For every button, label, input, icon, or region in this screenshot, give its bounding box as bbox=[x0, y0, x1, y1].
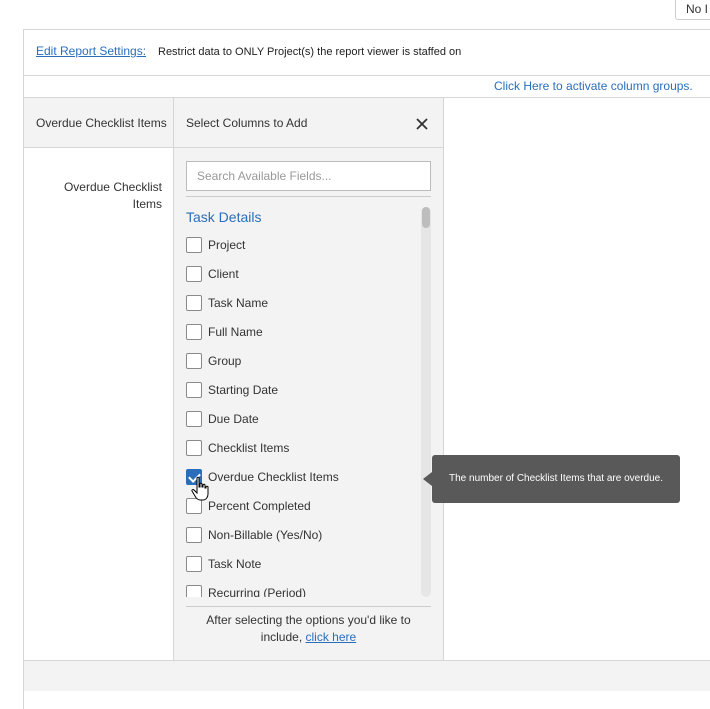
footer-divider bbox=[186, 606, 431, 607]
column-body bbox=[24, 148, 174, 660]
checkbox-icon[interactable] bbox=[186, 527, 202, 543]
activate-column-groups-link[interactable]: Click Here to activate column groups. bbox=[494, 79, 693, 93]
field-option-label: Project bbox=[208, 238, 246, 252]
field-option-task-note[interactable]: Task Note bbox=[186, 556, 416, 576]
checkbox-icon[interactable] bbox=[186, 556, 202, 572]
field-option-group[interactable]: Group bbox=[186, 353, 416, 373]
checkbox-icon[interactable] bbox=[186, 440, 202, 456]
field-option-client[interactable]: Client bbox=[186, 266, 416, 286]
field-option-label: Starting Date bbox=[208, 383, 279, 397]
checkbox-icon[interactable] bbox=[186, 324, 202, 340]
list-scrollbar[interactable] bbox=[421, 207, 431, 597]
field-option-label: Task Name bbox=[208, 296, 269, 310]
field-option-recurring-period[interactable]: Recurring (Period) bbox=[186, 585, 416, 597]
field-option-label: Due Date bbox=[208, 412, 259, 426]
section-title-task-details: Task Details bbox=[186, 209, 262, 225]
checkbox-icon[interactable] bbox=[186, 585, 202, 597]
checkbox-icon[interactable] bbox=[186, 266, 202, 282]
checkbox-icon[interactable] bbox=[186, 353, 202, 369]
restriction-text: Restrict data to ONLY Project(s) the rep… bbox=[158, 46, 462, 58]
edit-report-settings-link[interactable]: Edit Report Settings: bbox=[36, 44, 146, 58]
column-header-overdue-checklist-items[interactable]: Overdue Checklist Items bbox=[24, 98, 174, 148]
field-option-label: Group bbox=[208, 354, 242, 368]
checkbox-icon[interactable] bbox=[186, 382, 202, 398]
search-fields-input[interactable] bbox=[186, 161, 431, 191]
search-divider bbox=[186, 196, 431, 197]
field-option-task-name[interactable]: Task Name bbox=[186, 295, 416, 315]
field-option-label: Recurring (Period) bbox=[208, 586, 307, 597]
field-option-label: Full Name bbox=[208, 325, 263, 339]
field-option-full-name[interactable]: Full Name bbox=[186, 324, 416, 344]
field-option-project[interactable]: Project bbox=[186, 237, 416, 257]
field-option-checklist-items[interactable]: Checklist Items bbox=[186, 440, 416, 460]
column-cell-overdue-checklist-items: Overdue Checklist Items bbox=[63, 180, 162, 211]
field-option-overdue-checklist-items[interactable]: Overdue Checklist Items bbox=[186, 469, 416, 489]
field-option-non-billable-yes-no[interactable]: Non-Billable (Yes/No) bbox=[186, 527, 416, 547]
field-tooltip: The number of Checklist Items that are o… bbox=[423, 455, 680, 503]
available-fields-list: Task Details Project Client Task Name Full … bbox=[186, 203, 418, 597]
apply-columns-link[interactable]: click here bbox=[306, 630, 357, 644]
picker-footer: After selecting the options you'd like t… bbox=[186, 612, 431, 646]
checkbox-icon[interactable] bbox=[186, 411, 202, 427]
column-picker-title: Select Columns to Add bbox=[186, 116, 308, 130]
top-right-button[interactable]: No I bbox=[675, 0, 710, 20]
list-scrollbar-thumb[interactable] bbox=[422, 207, 430, 228]
field-option-label: Non-Billable (Yes/No) bbox=[208, 528, 323, 542]
bottom-bar bbox=[24, 660, 710, 691]
checkbox-icon[interactable] bbox=[186, 237, 202, 253]
checkbox-icon[interactable] bbox=[186, 295, 202, 311]
field-option-due-date[interactable]: Due Date bbox=[186, 411, 416, 431]
field-option-percent-completed[interactable]: Percent Completed bbox=[186, 498, 416, 518]
field-option-label: Percent Completed bbox=[208, 499, 311, 513]
field-option-starting-date[interactable]: Starting Date bbox=[186, 382, 416, 402]
hand-cursor-icon bbox=[191, 476, 209, 501]
field-option-label: Client bbox=[208, 267, 239, 281]
field-option-label: Overdue Checklist Items bbox=[208, 470, 339, 484]
field-option-label: Checklist Items bbox=[208, 441, 290, 455]
close-icon[interactable] bbox=[413, 115, 431, 133]
field-option-label: Task Note bbox=[208, 557, 262, 571]
